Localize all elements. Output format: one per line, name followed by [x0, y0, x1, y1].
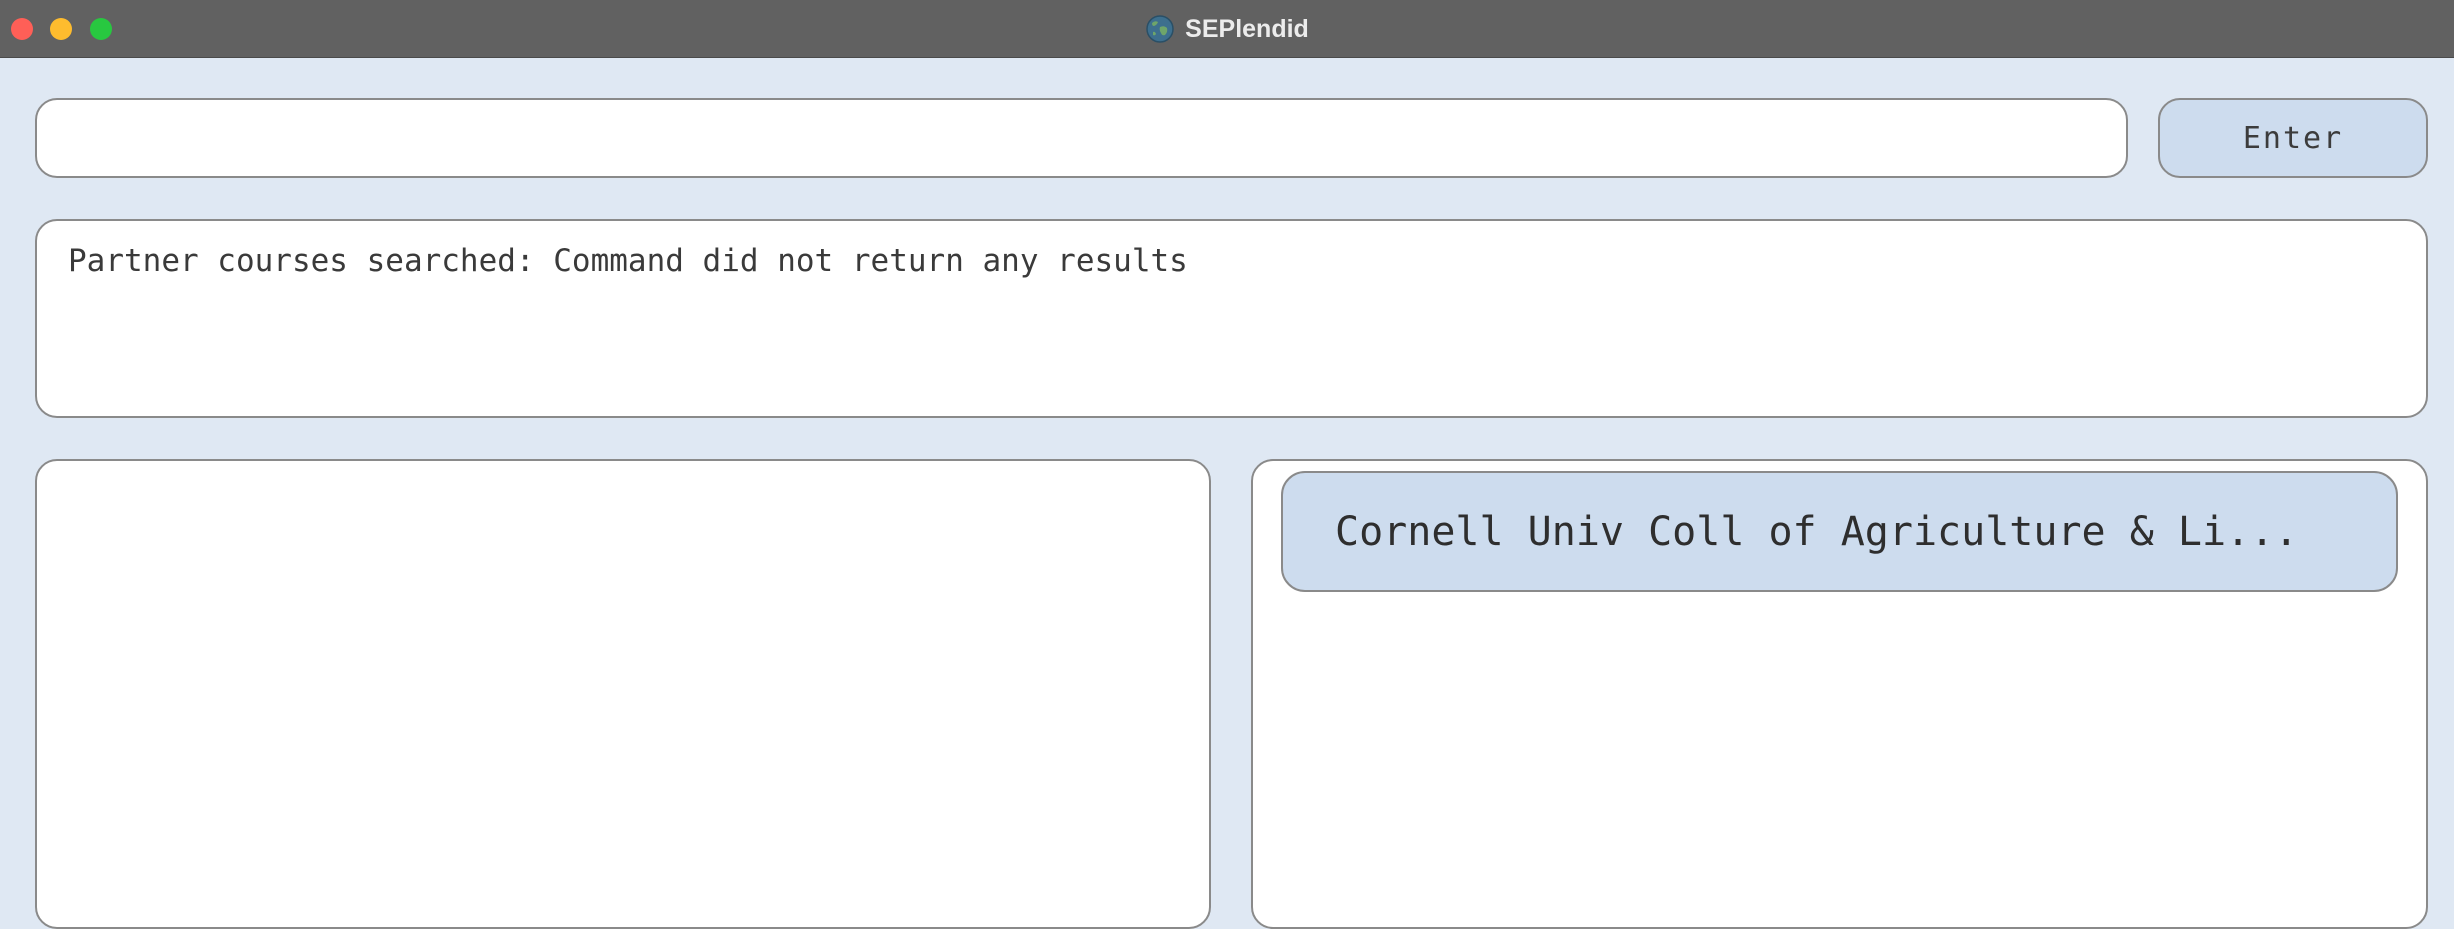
- university-name: Cornell Univ Coll of Agriculture & Li...: [1335, 508, 2299, 555]
- command-input[interactable]: [35, 98, 2128, 178]
- title-bar[interactable]: SEPlendid: [0, 0, 2454, 58]
- window-title-group: SEPlendid: [0, 0, 2454, 58]
- globe-icon: [1146, 15, 1174, 43]
- university-card[interactable]: Cornell Univ Coll of Agriculture & Li...: [1281, 471, 2398, 592]
- window-title: SEPlendid: [1185, 14, 1309, 43]
- result-text: Partner courses searched: Command did no…: [68, 243, 1188, 279]
- result-display: Partner courses searched: Command did no…: [35, 219, 2428, 418]
- university-list-panel[interactable]: Cornell Univ Coll of Agriculture & Li...: [1251, 459, 2428, 929]
- enter-button[interactable]: Enter: [2158, 98, 2428, 178]
- partner-course-list-panel[interactable]: [35, 459, 1211, 929]
